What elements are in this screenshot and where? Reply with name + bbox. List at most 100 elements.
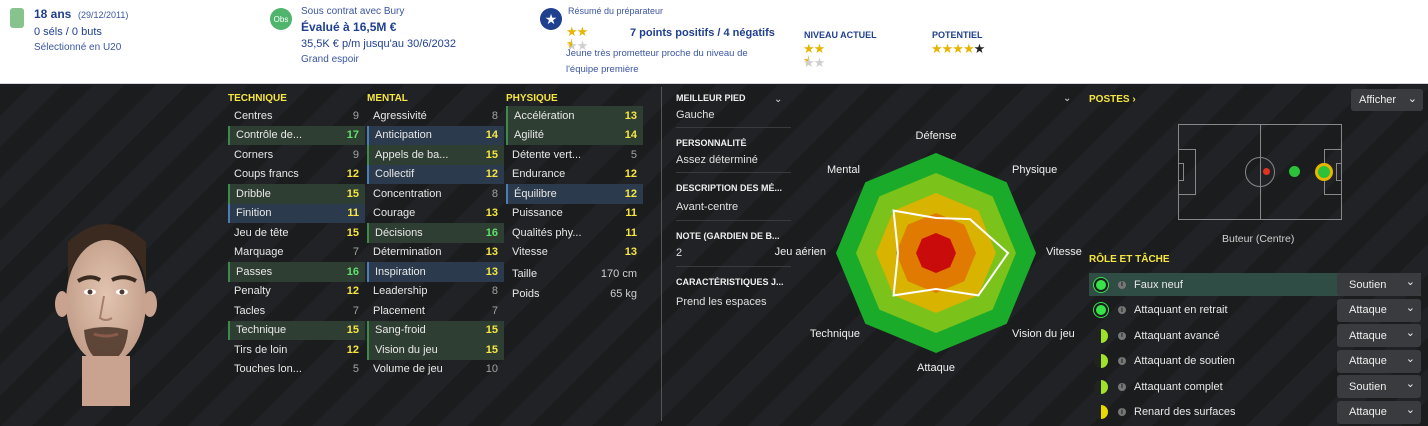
attribute-row[interactable]: Volume de jeu 10 (367, 360, 504, 380)
attribute-row[interactable]: Détente vert... 5 (506, 145, 643, 165)
attribute-row[interactable]: Puissance 11 (506, 204, 643, 224)
attribute-row[interactable]: Coups francs 12 (228, 165, 365, 185)
role-row[interactable]: i Renard des surfaces Attaque ⌄ (1089, 400, 1421, 424)
info-icon[interactable]: i (1118, 382, 1126, 391)
contract-line[interactable]: Sous contrat avec Bury (301, 6, 404, 17)
attribute-value: 15 (346, 324, 359, 337)
chevron-down-icon: ⌄ (1405, 276, 1415, 288)
positions-header[interactable]: POSTES › (1089, 94, 1136, 105)
attribute-row[interactable]: Marquage 7 (228, 243, 365, 263)
attribute-name: Coups francs (234, 168, 299, 181)
attribute-row[interactable]: Inspiration 13 (367, 262, 504, 282)
attribute-row[interactable]: Contrôle de... 17 (228, 125, 365, 145)
attribute-value: 7 (352, 246, 359, 259)
attribute-name: Corners (234, 148, 274, 161)
role-suitability-icon (1094, 328, 1108, 343)
attribute-row[interactable]: Vision du jeu 15 (367, 340, 504, 360)
duty-dropdown[interactable]: Attaque ⌄ (1337, 349, 1421, 373)
attribute-row[interactable]: Touches lon... 5 (228, 360, 365, 380)
attribute-row[interactable]: Jeu de tête 15 (228, 223, 365, 243)
attribute-row[interactable]: Tacles 7 (228, 301, 365, 321)
attribute-row[interactable]: Vitesse 13 (506, 243, 643, 263)
attribute-row[interactable]: Taille 170 cm (506, 264, 643, 284)
vertical-divider (661, 87, 662, 421)
attribute-row[interactable]: Finition 11 (228, 203, 365, 223)
attribute-value: 13 (485, 265, 498, 278)
attribute-value: 13 (624, 246, 637, 259)
attribute-row[interactable]: Qualités phy... 11 (506, 223, 643, 243)
duty-dropdown[interactable]: Attaque ⌄ (1337, 298, 1421, 322)
attribute-name: Tirs de loin (234, 343, 288, 356)
attribute-row[interactable]: Technique 15 (228, 320, 365, 340)
attribute-value: 12 (346, 285, 359, 298)
role-name: Faux neuf (1134, 278, 1183, 291)
attribute-row[interactable]: Concentration 8 (367, 184, 504, 204)
attribute-value: 15 (485, 148, 498, 161)
player-face (55, 224, 157, 406)
attribute-value: 170 cm (600, 267, 637, 280)
display-dropdown-label: Afficher (1359, 94, 1397, 106)
duty-dropdown[interactable]: Soutien ⌄ (1337, 375, 1421, 398)
attribute-row[interactable]: Anticipation 14 (367, 125, 504, 145)
attribute-value: 14 (485, 129, 498, 142)
attribute-row[interactable]: Penalty 12 (228, 282, 365, 302)
attribute-row[interactable]: Dribble 15 (228, 184, 365, 204)
radar-ring (916, 233, 956, 273)
attribute-value: 13 (624, 109, 637, 122)
role-row[interactable]: i Faux neuf Soutien ⌄ (1089, 273, 1421, 296)
attribute-name: Endurance (512, 168, 566, 181)
role-row[interactable]: i Attaquant avancé Attaque ⌄ (1089, 324, 1421, 347)
attribute-row[interactable]: Agilité 14 (506, 125, 643, 145)
description-label: DESCRIPTION DES MÉ... (676, 183, 783, 193)
info-icon[interactable]: i (1118, 280, 1126, 289)
info-icon[interactable]: i (1118, 306, 1126, 314)
attribute-row[interactable]: Placement 7 (367, 301, 504, 321)
attribute-row[interactable]: Centres 9 (228, 106, 365, 126)
coach-summary: 7 points positifs / 4 négatifs (630, 27, 775, 39)
chevron-down-icon: ⌄ (1405, 403, 1415, 416)
attribute-row[interactable]: Poids 65 kg (506, 284, 643, 304)
radar-label: Vision du jeu (1012, 328, 1075, 341)
attribute-row[interactable]: Corners 9 (228, 145, 365, 165)
attribute-value: 12 (346, 168, 359, 181)
duty-dropdown[interactable]: Attaque ⌄ (1337, 400, 1421, 424)
attribute-row[interactable]: Accélération 13 (506, 106, 643, 126)
attribute-name: Décisions (375, 226, 423, 239)
radar-label: Jeu aérien (774, 246, 826, 258)
caps-text[interactable]: 0 séls / 0 buts (34, 26, 102, 38)
info-icon[interactable]: i (1118, 331, 1126, 340)
attribute-row[interactable]: Agressivité 8 (367, 106, 504, 126)
attribute-value: 15 (485, 324, 498, 337)
attribute-row[interactable]: Équilibre 12 (506, 184, 643, 204)
radar-chevron-icon[interactable]: ⌄ (1063, 93, 1075, 105)
attribute-value: 17 (346, 129, 359, 142)
technique-header: TECHNIQUE (228, 93, 287, 104)
chevron-down-icon: ⌄ (1405, 378, 1415, 390)
attribute-row[interactable]: Décisions 16 (367, 223, 504, 243)
attribute-row[interactable]: Courage 13 (367, 204, 504, 224)
attribute-row[interactable]: Appels de ba... 15 (367, 145, 504, 165)
chevron-down-icon: ⌄ (1405, 301, 1415, 314)
duty-dropdown[interactable]: Soutien ⌄ (1337, 273, 1421, 296)
role-row[interactable]: i Attaquant en retrait Attaque ⌄ (1089, 298, 1421, 322)
chevron-down-icon[interactable]: ⌄ (774, 94, 786, 106)
attribute-row[interactable]: Sang-froid 15 (367, 320, 504, 340)
info-icon[interactable]: i (1118, 357, 1126, 365)
role-row[interactable]: i Attaquant de soutien Attaque ⌄ (1089, 349, 1421, 373)
potential-label: POTENTIEL (932, 30, 983, 40)
role-row[interactable]: i Attaquant complet Soutien ⌄ (1089, 375, 1421, 398)
chevron-down-icon: ⌄ (1407, 93, 1417, 105)
attribute-row[interactable]: Détermination 13 (367, 243, 504, 263)
attribute-name: Détente vert... (512, 148, 582, 161)
duty-dropdown[interactable]: Attaque ⌄ (1337, 324, 1421, 347)
attribute-row[interactable]: Tirs de loin 12 (228, 340, 365, 360)
duty-label: Soutien (1349, 278, 1387, 291)
attribute-row[interactable]: Endurance 12 (506, 165, 643, 185)
info-icon[interactable]: i (1118, 408, 1126, 416)
attribute-row[interactable]: Collectif 12 (367, 164, 504, 184)
display-dropdown[interactable]: Afficher ⌄ (1351, 89, 1423, 111)
attribute-row[interactable]: Passes 16 (228, 262, 365, 282)
attribute-value: 8 (491, 285, 498, 298)
attribute-row[interactable]: Leadership 8 (367, 282, 504, 302)
chevron-down-icon: ⌄ (1405, 327, 1415, 339)
